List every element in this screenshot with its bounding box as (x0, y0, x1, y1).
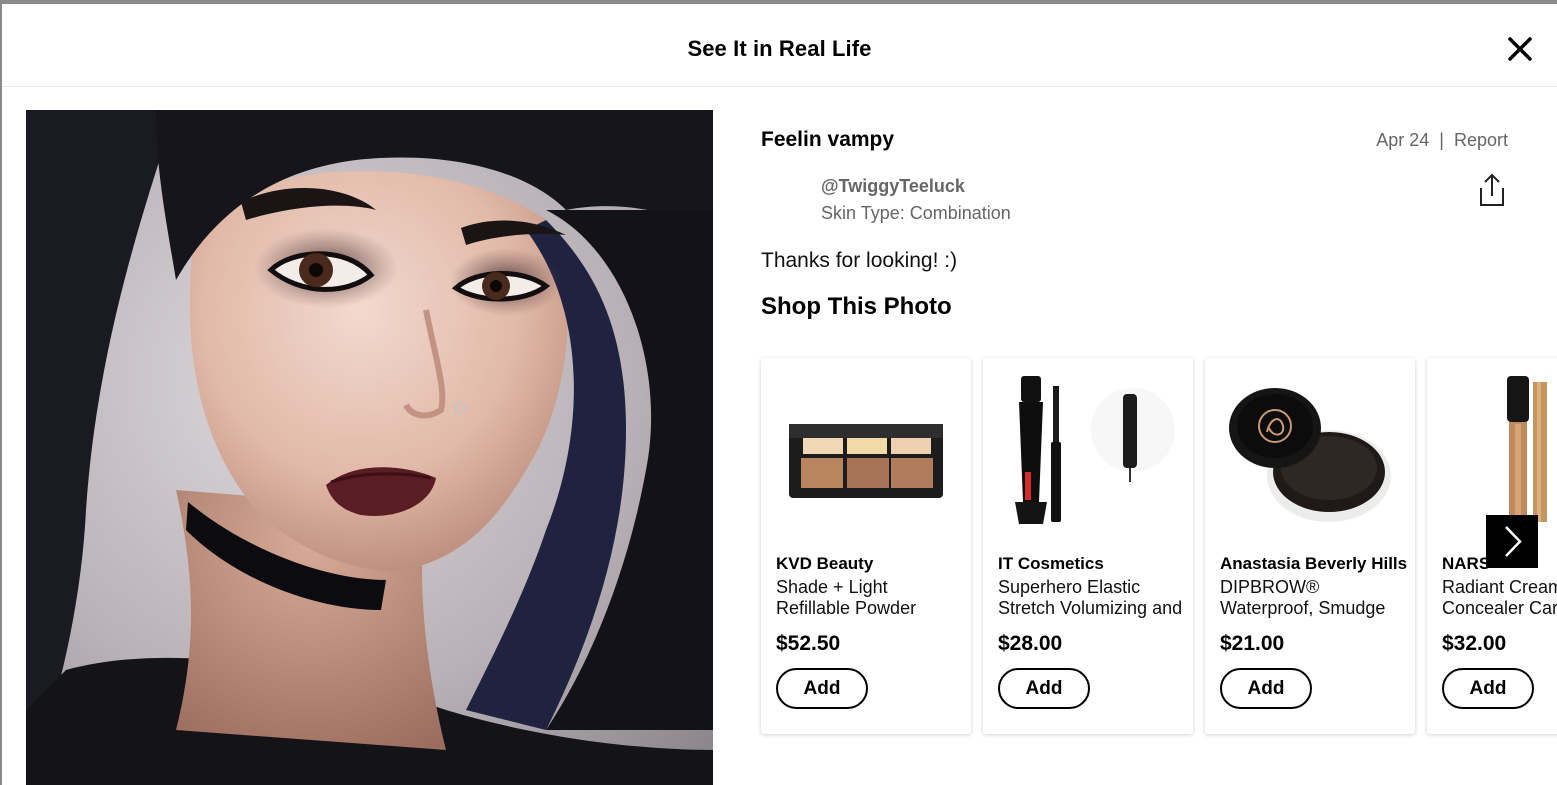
product-card[interactable]: KVD Beauty Shade + Light Refillable Powd… (761, 358, 971, 734)
close-button[interactable] (1505, 34, 1535, 64)
portrait-image (26, 110, 713, 785)
modal-title: See It in Real Life (687, 36, 872, 61)
modal-dialog: See It in Real Life Feelin vampy Apr 24 … (2, 4, 1557, 785)
product-price: $52.50 (776, 632, 841, 655)
brow-pomade-jar-image (1229, 388, 1391, 522)
modal-header: See It in Real Life (2, 4, 1557, 87)
product-brand: NARS (1442, 554, 1491, 573)
post-date: Apr 24 (1376, 130, 1430, 150)
product-brand: KVD Beauty (776, 554, 874, 573)
close-icon (1508, 37, 1532, 61)
chevron-right-icon (1505, 526, 1522, 557)
share-icon (1480, 173, 1504, 206)
product-card[interactable]: IT Cosmetics Superhero Elastic Stretch V… (983, 358, 1193, 734)
post-meta: Apr 24 | Report (1376, 130, 1508, 151)
carousel-next-button[interactable] (1486, 515, 1538, 568)
author-skin-type: Skin Type: Combination (821, 203, 1011, 223)
post-photo[interactable] (26, 110, 713, 785)
product-card[interactable]: Anastasia Beverly Hills DIPBROW® Waterpr… (1205, 358, 1415, 734)
product-price: $32.00 (1442, 632, 1507, 655)
product-name: Radiant Creamy Concealer Caramel (1442, 577, 1557, 618)
add-to-basket-button[interactable]: Add (1442, 668, 1534, 709)
product-price: $21.00 (1220, 632, 1285, 655)
mascara-image (1015, 376, 1175, 524)
product-name: DIPBROW® Waterproof, Smudge (1220, 577, 1386, 618)
post-details: Feelin vampy Apr 24 | Report @TwiggyTeeluc… (761, 110, 1557, 785)
concealer-tube-image (1507, 376, 1547, 532)
add-to-basket-button[interactable]: Add (776, 668, 868, 709)
contour-palette-image (789, 424, 943, 498)
product-brand: Anastasia Beverly Hills (1220, 554, 1408, 573)
product-name: Superhero Elastic Stretch Volumizing and (998, 577, 1183, 618)
product-price: $28.00 (998, 632, 1063, 655)
post-title: Feelin vampy (761, 128, 895, 151)
product-brand: IT Cosmetics (998, 554, 1104, 573)
product-name: Shade + Light Refillable Powder Face (776, 577, 917, 618)
add-to-basket-button[interactable]: Add (998, 668, 1090, 709)
report-link[interactable]: Report (1454, 130, 1508, 150)
shop-heading: Shop This Photo (761, 293, 952, 320)
author-username[interactable]: @TwiggyTeeluck (821, 176, 965, 197)
add-to-basket-button[interactable]: Add (1220, 668, 1312, 709)
post-caption: Thanks for looking! :) (761, 249, 958, 272)
share-button[interactable] (1475, 172, 1509, 210)
meta-separator: | (1439, 130, 1444, 150)
product-carousel: KVD Beauty Shade + Light Refillable Powd… (761, 358, 1557, 734)
